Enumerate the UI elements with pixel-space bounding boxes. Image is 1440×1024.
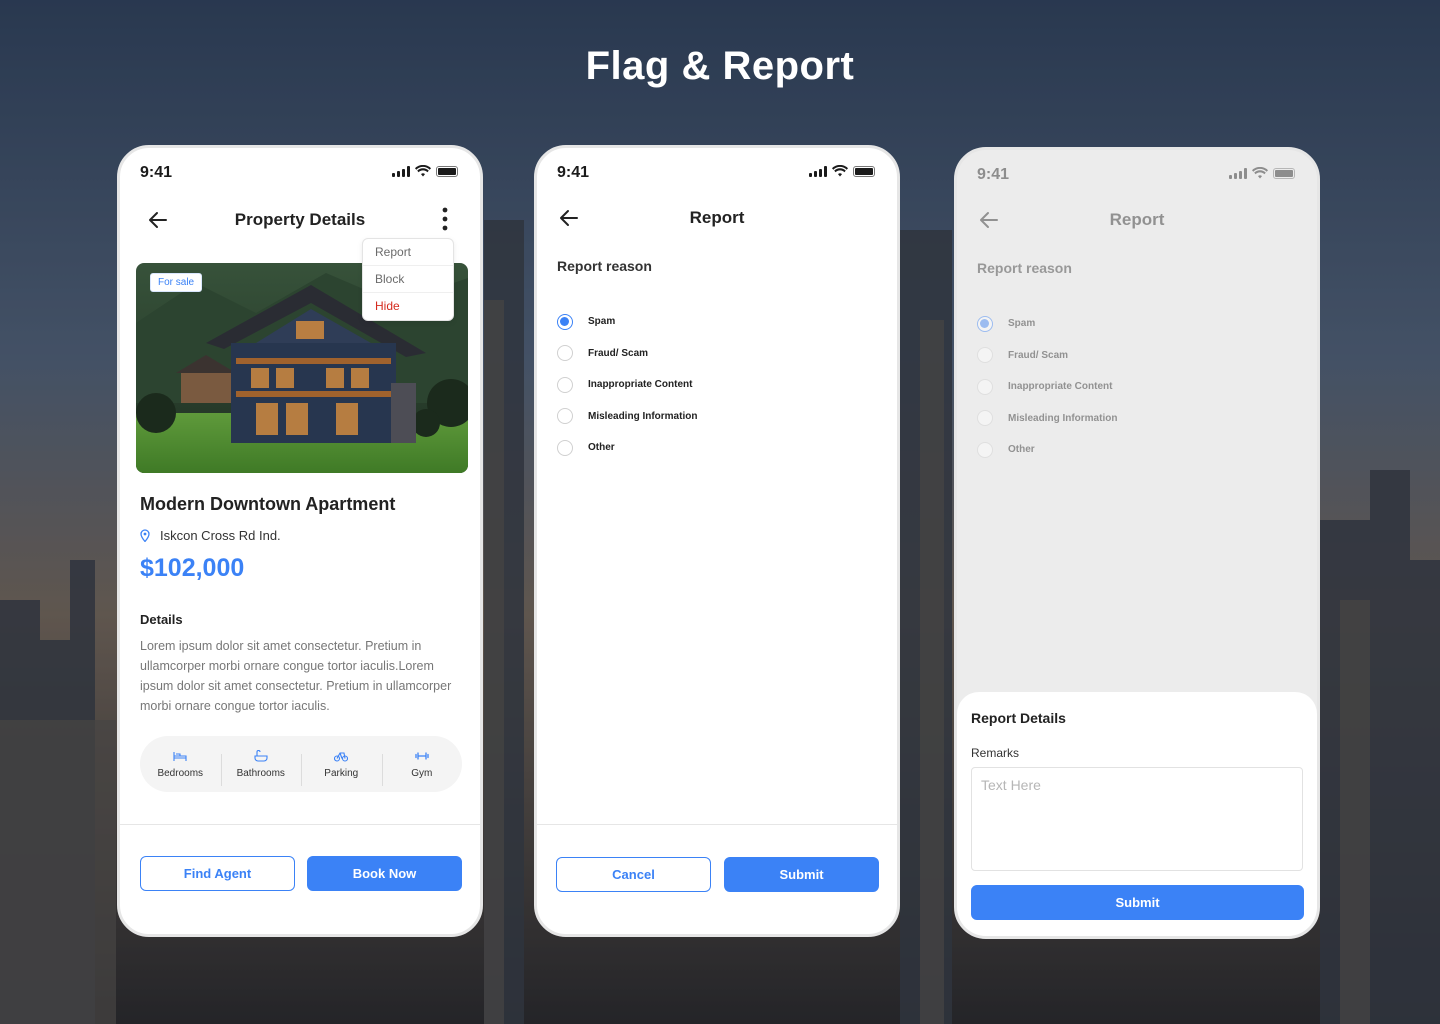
- radio-unselected[interactable]: [557, 439, 573, 456]
- reason-option[interactable]: Misleading Information: [977, 403, 1117, 435]
- reason-option[interactable]: Spam: [977, 308, 1117, 340]
- bathtub-icon: [254, 749, 268, 762]
- feature-gym: Gym: [381, 750, 463, 786]
- overflow-menu: Report Block Hide: [362, 238, 454, 321]
- radio-selected[interactable]: [977, 315, 993, 332]
- for-sale-badge: For sale: [150, 273, 203, 292]
- feature-parking: Parking: [301, 750, 382, 786]
- status-time: 9:41: [557, 164, 590, 181]
- wifi-icon: [415, 165, 431, 177]
- status-time: 9:41: [140, 164, 173, 181]
- feature-bedrooms: Bedrooms: [140, 750, 221, 779]
- reason-label: Fraud/ Scam: [1008, 349, 1069, 361]
- features-row: Bedrooms Bathrooms Parking Gym: [140, 736, 462, 792]
- feature-label: Parking: [324, 767, 359, 779]
- reason-label: Spam: [1008, 318, 1036, 330]
- radio-unselected[interactable]: [557, 376, 573, 393]
- reason-option[interactable]: Inappropriate Content: [977, 371, 1117, 403]
- report-details-sheet: Report Details Remarks Submit: [957, 692, 1317, 936]
- bottom-divider: [120, 824, 480, 825]
- signal-icon: [1229, 167, 1247, 179]
- remarks-label: Remarks: [971, 746, 1020, 760]
- reason-label: Other: [1008, 444, 1035, 456]
- battery-icon: [436, 165, 458, 177]
- battery-icon: [1273, 167, 1295, 179]
- nav-bar: Report: [537, 198, 897, 238]
- reason-option[interactable]: Fraud/ Scam: [557, 338, 697, 370]
- details-text: Lorem ipsum dolor sit amet consectetur. …: [140, 639, 452, 713]
- reason-option[interactable]: Inappropriate Content: [557, 369, 697, 401]
- page-title: Flag & Report: [585, 44, 855, 88]
- property-location: Iskcon Cross Rd Ind.: [140, 528, 281, 543]
- battery-icon: [853, 165, 875, 177]
- radio-unselected[interactable]: [977, 441, 993, 458]
- menu-item-hide[interactable]: Hide: [363, 293, 453, 320]
- reason-list: Spam Fraud/ Scam Inappropriate Content M…: [977, 308, 1117, 466]
- reason-option[interactable]: Other: [977, 434, 1117, 466]
- menu-item-report[interactable]: Report: [363, 239, 453, 266]
- reason-label: Misleading Information: [1008, 412, 1118, 424]
- nav-bar: Property Details: [120, 200, 480, 240]
- bed-icon: [173, 751, 187, 761]
- status-bar: 9:41: [120, 148, 480, 198]
- feature-label: Gym: [411, 767, 433, 779]
- phone-report: 9:41 Report Report reason Spam Fraud/ Sc…: [534, 145, 900, 937]
- radio-unselected[interactable]: [557, 345, 573, 362]
- submit-button[interactable]: Submit: [724, 857, 879, 892]
- radio-unselected[interactable]: [977, 410, 993, 427]
- status-bar: 9:41: [957, 150, 1317, 200]
- nav-bar: Report: [957, 200, 1317, 240]
- reason-label: Fraud/ Scam: [588, 347, 649, 359]
- location-pin-icon: [140, 529, 150, 542]
- nav-title: Report: [1109, 210, 1165, 229]
- reason-label: Other: [588, 442, 615, 454]
- status-time: 9:41: [977, 166, 1010, 183]
- wifi-icon: [1252, 167, 1268, 179]
- bicycle-icon: [334, 751, 349, 762]
- submit-button[interactable]: Submit: [971, 885, 1304, 920]
- feature-bathrooms: Bathrooms: [220, 749, 302, 786]
- radio-unselected[interactable]: [977, 347, 993, 364]
- report-reason-heading: Report reason: [977, 260, 1072, 276]
- details-heading: Details: [140, 612, 183, 627]
- remarks-textarea[interactable]: [971, 767, 1303, 871]
- reason-option[interactable]: Spam: [557, 306, 697, 338]
- feature-label: Bedrooms: [157, 767, 204, 779]
- reason-label: Inappropriate Content: [1008, 381, 1113, 393]
- radio-selected[interactable]: [557, 313, 573, 330]
- signal-icon: [809, 165, 827, 177]
- property-price: $102,000: [140, 554, 245, 582]
- nav-title: Report: [689, 208, 745, 227]
- signal-icon: [392, 165, 410, 177]
- radio-unselected[interactable]: [557, 408, 573, 425]
- reason-option[interactable]: Misleading Information: [557, 401, 697, 433]
- radio-unselected[interactable]: [977, 378, 993, 395]
- book-now-button[interactable]: Book Now: [307, 856, 462, 891]
- status-bar: 9:41: [537, 148, 897, 198]
- phone-property-details: 9:41 Property Details For sale Report Bl…: [117, 145, 483, 937]
- reason-label: Spam: [588, 316, 616, 328]
- location-text: Iskcon Cross Rd Ind.: [160, 528, 281, 543]
- cancel-button[interactable]: Cancel: [556, 857, 711, 892]
- property-title: Modern Downtown Apartment: [140, 494, 396, 514]
- wifi-icon: [832, 165, 848, 177]
- reason-label: Misleading Information: [588, 410, 698, 422]
- reason-label: Inappropriate Content: [588, 379, 693, 391]
- menu-item-block[interactable]: Block: [363, 266, 453, 293]
- find-agent-button[interactable]: Find Agent: [140, 856, 295, 891]
- reason-option[interactable]: Fraud/ Scam: [977, 340, 1117, 372]
- reason-option[interactable]: Other: [557, 432, 697, 464]
- report-reason-heading: Report reason: [557, 258, 652, 274]
- phone-report-details: 9:41 Report Report reason Spam Fraud/ Sc…: [954, 147, 1320, 939]
- dumbbell-icon: [415, 751, 429, 760]
- more-vertical-icon[interactable]: [440, 206, 450, 232]
- bottom-divider: [537, 824, 897, 825]
- nav-title: Property Details: [234, 210, 366, 229]
- sheet-title: Report Details: [971, 710, 1066, 726]
- reason-list: Spam Fraud/ Scam Inappropriate Content M…: [557, 306, 697, 464]
- feature-label: Bathrooms: [236, 767, 285, 779]
